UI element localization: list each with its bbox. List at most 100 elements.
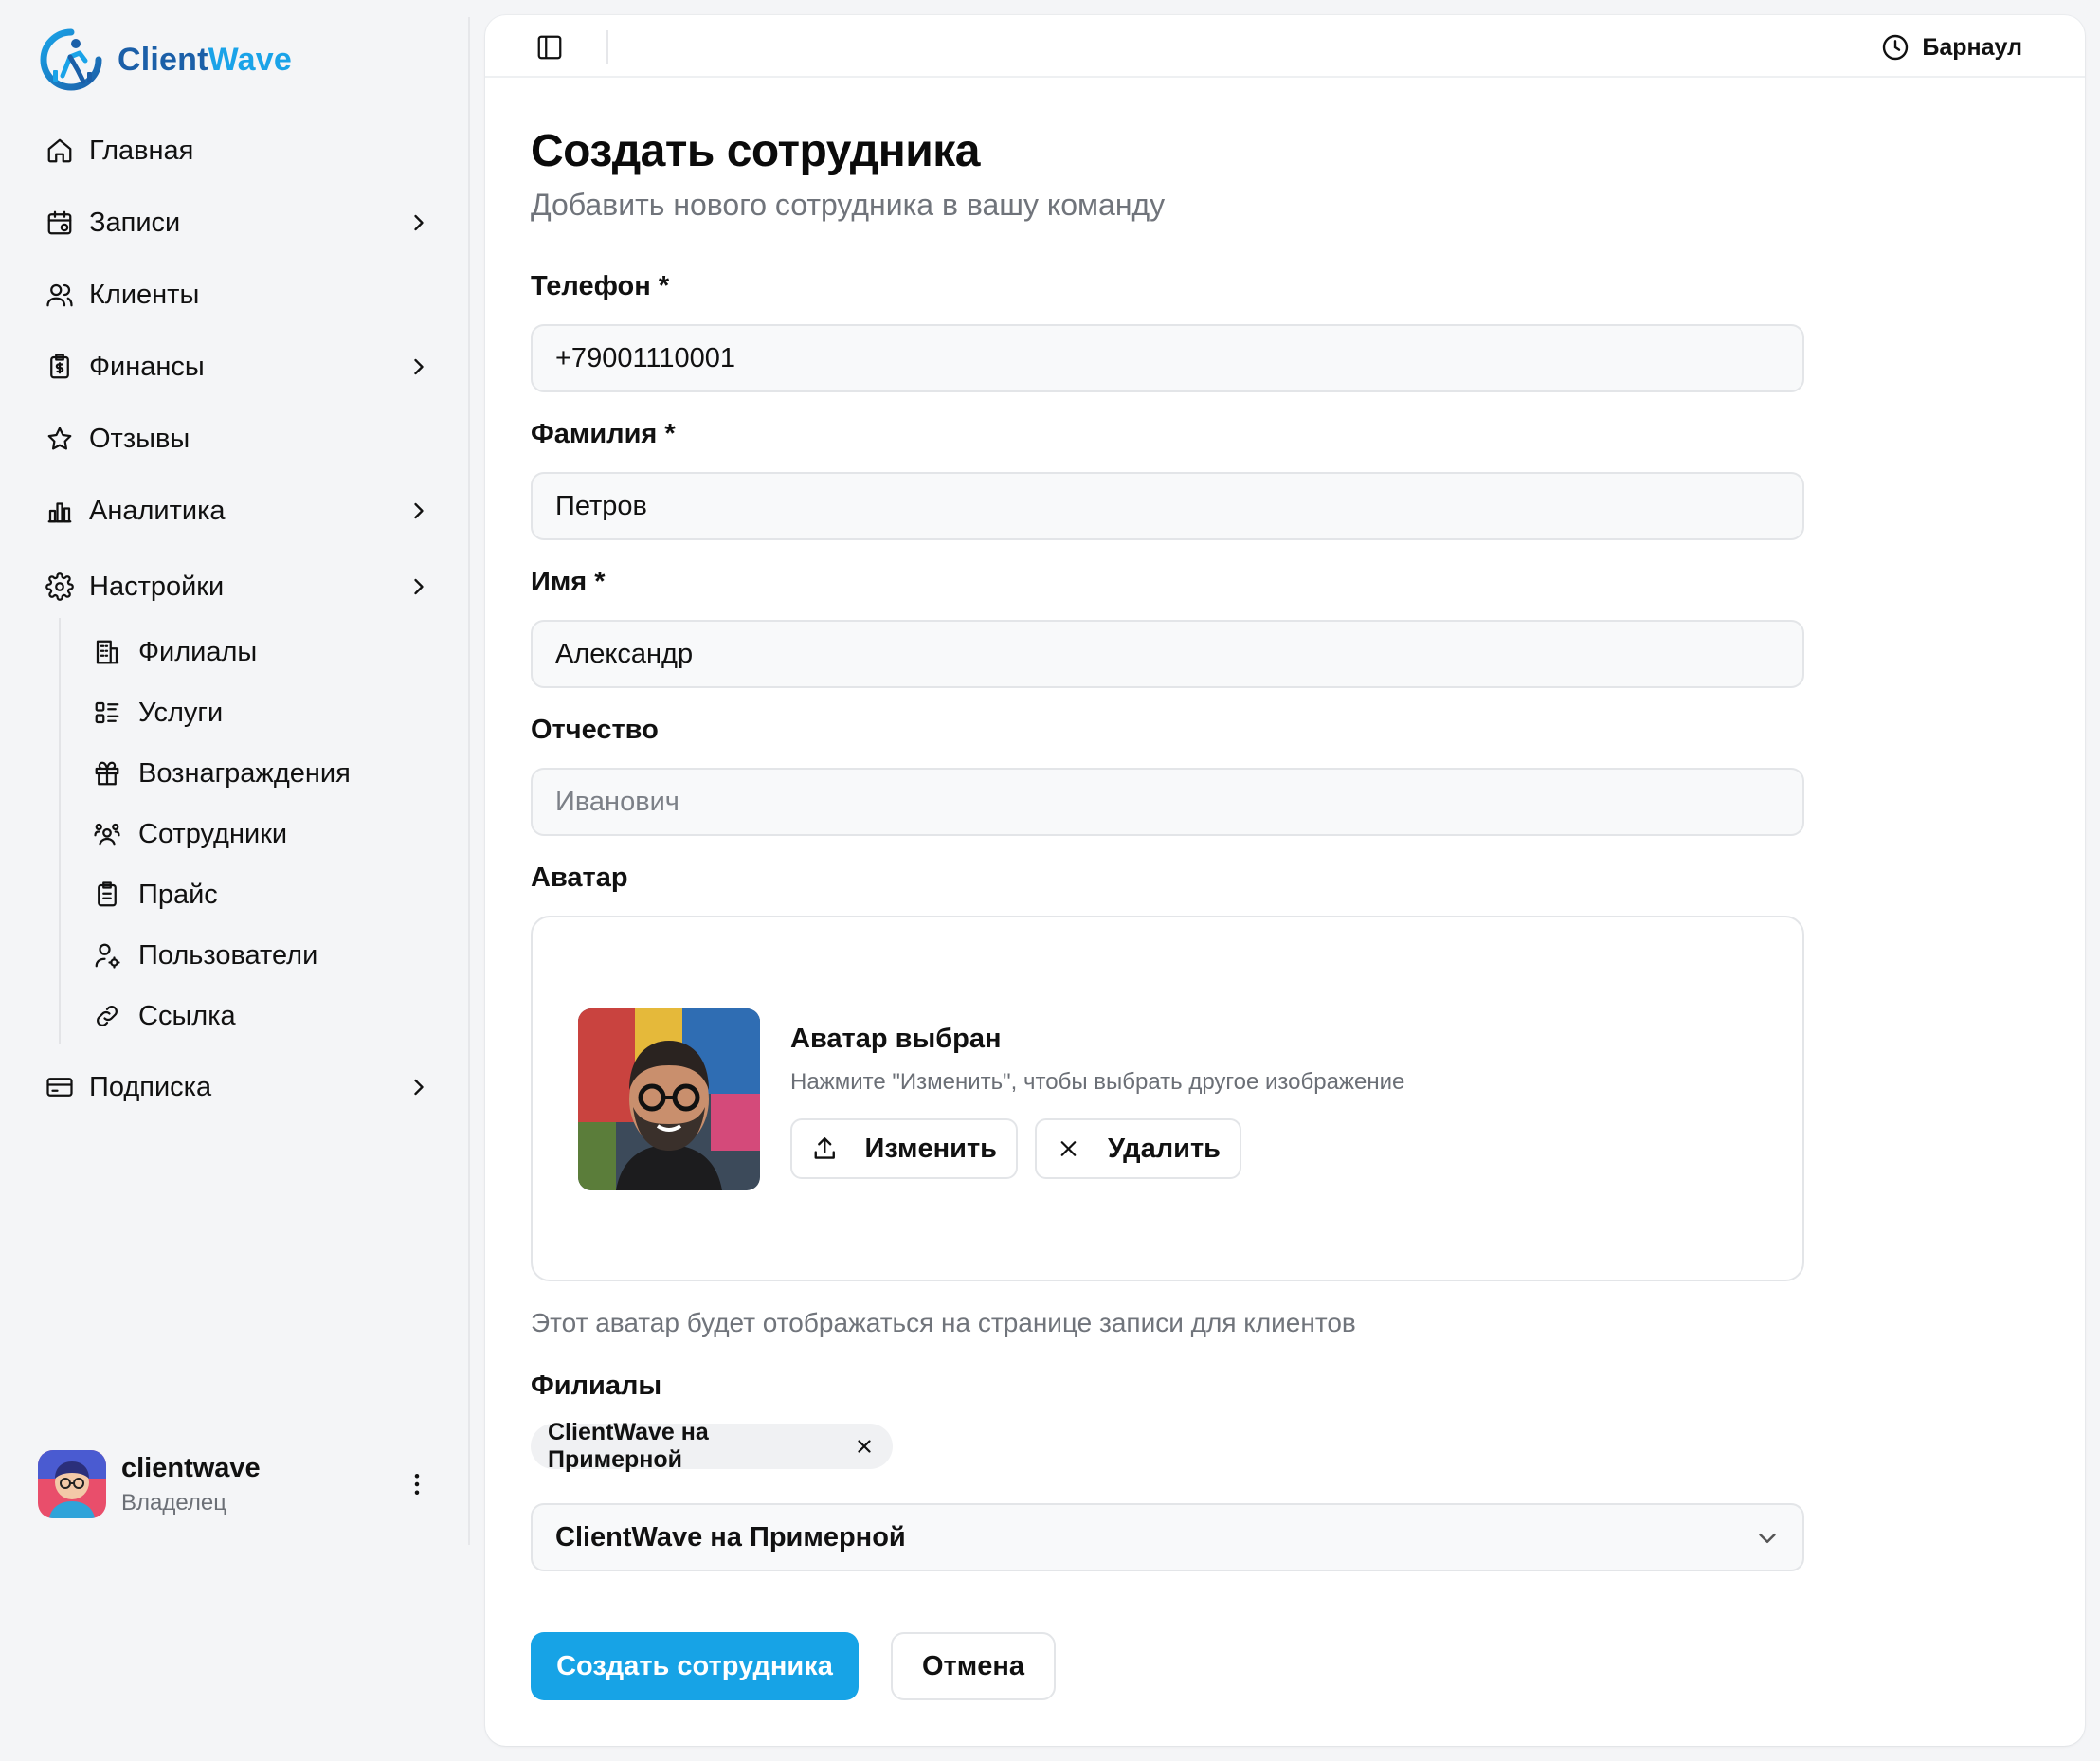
phone-label: Телефон * <box>531 271 670 301</box>
sidebar-item-label: Филиалы <box>138 636 258 667</box>
sidebar-subitem-branches[interactable]: Филиалы <box>81 626 442 679</box>
bar-chart-icon <box>32 497 89 525</box>
gear-icon <box>32 572 89 601</box>
create-employee-button[interactable]: Создать сотрудника <box>531 1632 859 1700</box>
phone-input[interactable] <box>531 324 1804 392</box>
sidebar-item-home[interactable]: Главная <box>32 121 445 180</box>
change-avatar-label: Изменить <box>864 1133 998 1164</box>
home-icon <box>32 136 89 165</box>
first-name-label: Имя * <box>531 567 606 597</box>
sidebar-item-label: Вознаграждения <box>138 757 351 789</box>
remove-branch-chip-button[interactable] <box>854 1435 876 1458</box>
chevron-down-icon <box>1759 1534 1776 1543</box>
sidebar-subitem-employees[interactable]: Сотрудники <box>81 808 442 861</box>
more-vertical-icon <box>414 1474 420 1495</box>
sidebar-item-clients[interactable]: Клиенты <box>32 265 445 324</box>
app-root: ClientWave Главная Записи Клиенты Финанс… <box>0 0 2100 1761</box>
sidebar-item-subscription[interactable]: Подписка <box>32 1058 445 1117</box>
sidebar-item-reviews[interactable]: Отзывы <box>32 409 445 468</box>
user-menu-button[interactable] <box>398 1465 436 1503</box>
main-panel: Барнаул Создать сотрудника Добавить ново… <box>485 15 2085 1746</box>
branch-chip: ClientWave на Примерной <box>531 1419 893 1473</box>
card-icon <box>32 1073 89 1101</box>
chevron-right-icon <box>414 1079 424 1096</box>
sidebar-item-settings[interactable]: Настройки <box>32 557 445 616</box>
sidebar-item-label: Услуги <box>138 697 224 728</box>
clock-icon <box>1883 34 1909 61</box>
topbar: Барнаул <box>485 15 2085 78</box>
page-subtitle: Добавить нового сотрудника в вашу команд… <box>531 188 1166 222</box>
chevron-right-icon <box>414 358 424 375</box>
gift-icon <box>81 759 138 788</box>
middle-name-input[interactable] <box>531 768 1804 836</box>
chevron-right-icon <box>414 578 424 595</box>
sidebar-toggle-button[interactable] <box>531 28 569 66</box>
submenu-guide-line <box>59 618 61 1044</box>
sidebar-subitem-users[interactable]: Пользователи <box>81 929 442 982</box>
clipboard-icon <box>81 880 138 909</box>
chevron-right-icon <box>414 502 424 519</box>
sidebar-subitem-rewards[interactable]: Вознаграждения <box>81 747 442 800</box>
sidebar-item-analytics[interactable]: Аналитика <box>32 481 445 540</box>
middle-name-label: Отчество <box>531 715 659 745</box>
sidebar-item-label: Настройки <box>89 571 225 602</box>
brand-logo-icon <box>40 28 102 91</box>
sidebar: ClientWave Главная Записи Клиенты Финанс… <box>0 0 470 1761</box>
link-icon <box>81 1002 138 1030</box>
sidebar-item-label: Ссылка <box>138 1000 236 1031</box>
sidebar-item-label: Отзывы <box>89 423 190 454</box>
close-icon <box>1060 1141 1077 1156</box>
sidebar-item-label: Подписка <box>89 1071 212 1102</box>
sidebar-item-label: Сотрудники <box>138 818 288 849</box>
topbar-separator <box>606 30 608 64</box>
sidebar-item-label: Финансы <box>89 351 205 382</box>
avatar-status-title: Аватар выбран <box>790 1024 1002 1054</box>
last-name-input[interactable] <box>531 472 1804 540</box>
sidebar-item-label: Записи <box>89 207 181 238</box>
branch-chip-label: ClientWave на Примерной <box>548 1419 709 1473</box>
team-icon <box>81 820 138 848</box>
user-avatar <box>38 1450 106 1518</box>
sidebar-item-label: Клиенты <box>89 279 200 310</box>
delete-avatar-button[interactable]: Удалить <box>1035 1118 1241 1179</box>
sidebar-item-label: Главная <box>89 135 194 166</box>
delete-avatar-label: Удалить <box>1107 1133 1221 1164</box>
avatar-preview <box>578 1008 760 1190</box>
upload-icon <box>814 1137 835 1159</box>
sidebar-item-bookings[interactable]: Записи <box>32 193 445 252</box>
sidebar-subitem-link[interactable]: Ссылка <box>81 989 442 1043</box>
user-name: clientwave <box>121 1452 261 1483</box>
star-icon <box>32 425 89 453</box>
last-name-label: Фамилия * <box>531 419 676 449</box>
calendar-icon <box>32 209 89 237</box>
city-label: Барнаул <box>1922 33 2022 61</box>
sidebar-item-label: Аналитика <box>89 495 226 526</box>
change-avatar-button[interactable]: Изменить <box>790 1118 1018 1179</box>
branch-select-value: ClientWave на Примерной <box>555 1521 906 1552</box>
close-icon <box>858 1440 872 1453</box>
user-info: clientwave Владелец <box>121 1453 261 1516</box>
finance-icon <box>32 353 89 381</box>
list-icon <box>81 699 138 727</box>
sidebar-subitem-price[interactable]: Прайс <box>81 868 442 921</box>
avatar-label: Аватар <box>531 862 628 893</box>
sidebar-item-label: Пользователи <box>138 939 318 971</box>
sidebar-item-finance[interactable]: Финансы <box>32 337 445 396</box>
first-name-input[interactable] <box>531 620 1804 688</box>
user-profile[interactable]: clientwave Владелец <box>38 1444 445 1524</box>
sidebar-item-label: Прайс <box>138 879 218 910</box>
building-icon <box>81 638 138 666</box>
branches-label: Филиалы <box>531 1371 662 1401</box>
page-title: Создать сотрудника <box>531 126 980 176</box>
cancel-button[interactable]: Отмена <box>891 1632 1056 1700</box>
avatar-helper-text: Этот аватар будет отображаться на страни… <box>531 1308 1356 1337</box>
users-icon <box>32 281 89 309</box>
avatar-upload-box: Аватар выбран Нажмите "Изменить", чтобы … <box>531 916 1804 1281</box>
branch-select[interactable]: ClientWave на Примерной <box>531 1503 1804 1571</box>
timezone-city[interactable]: Барнаул <box>1880 28 2022 66</box>
user-cog-icon <box>81 941 138 970</box>
sidebar-subitem-services[interactable]: Услуги <box>81 686 442 739</box>
sidebar-divider <box>468 17 470 1545</box>
brand-logo[interactable]: ClientWave <box>40 28 292 91</box>
brand-name: ClientWave <box>118 41 293 78</box>
